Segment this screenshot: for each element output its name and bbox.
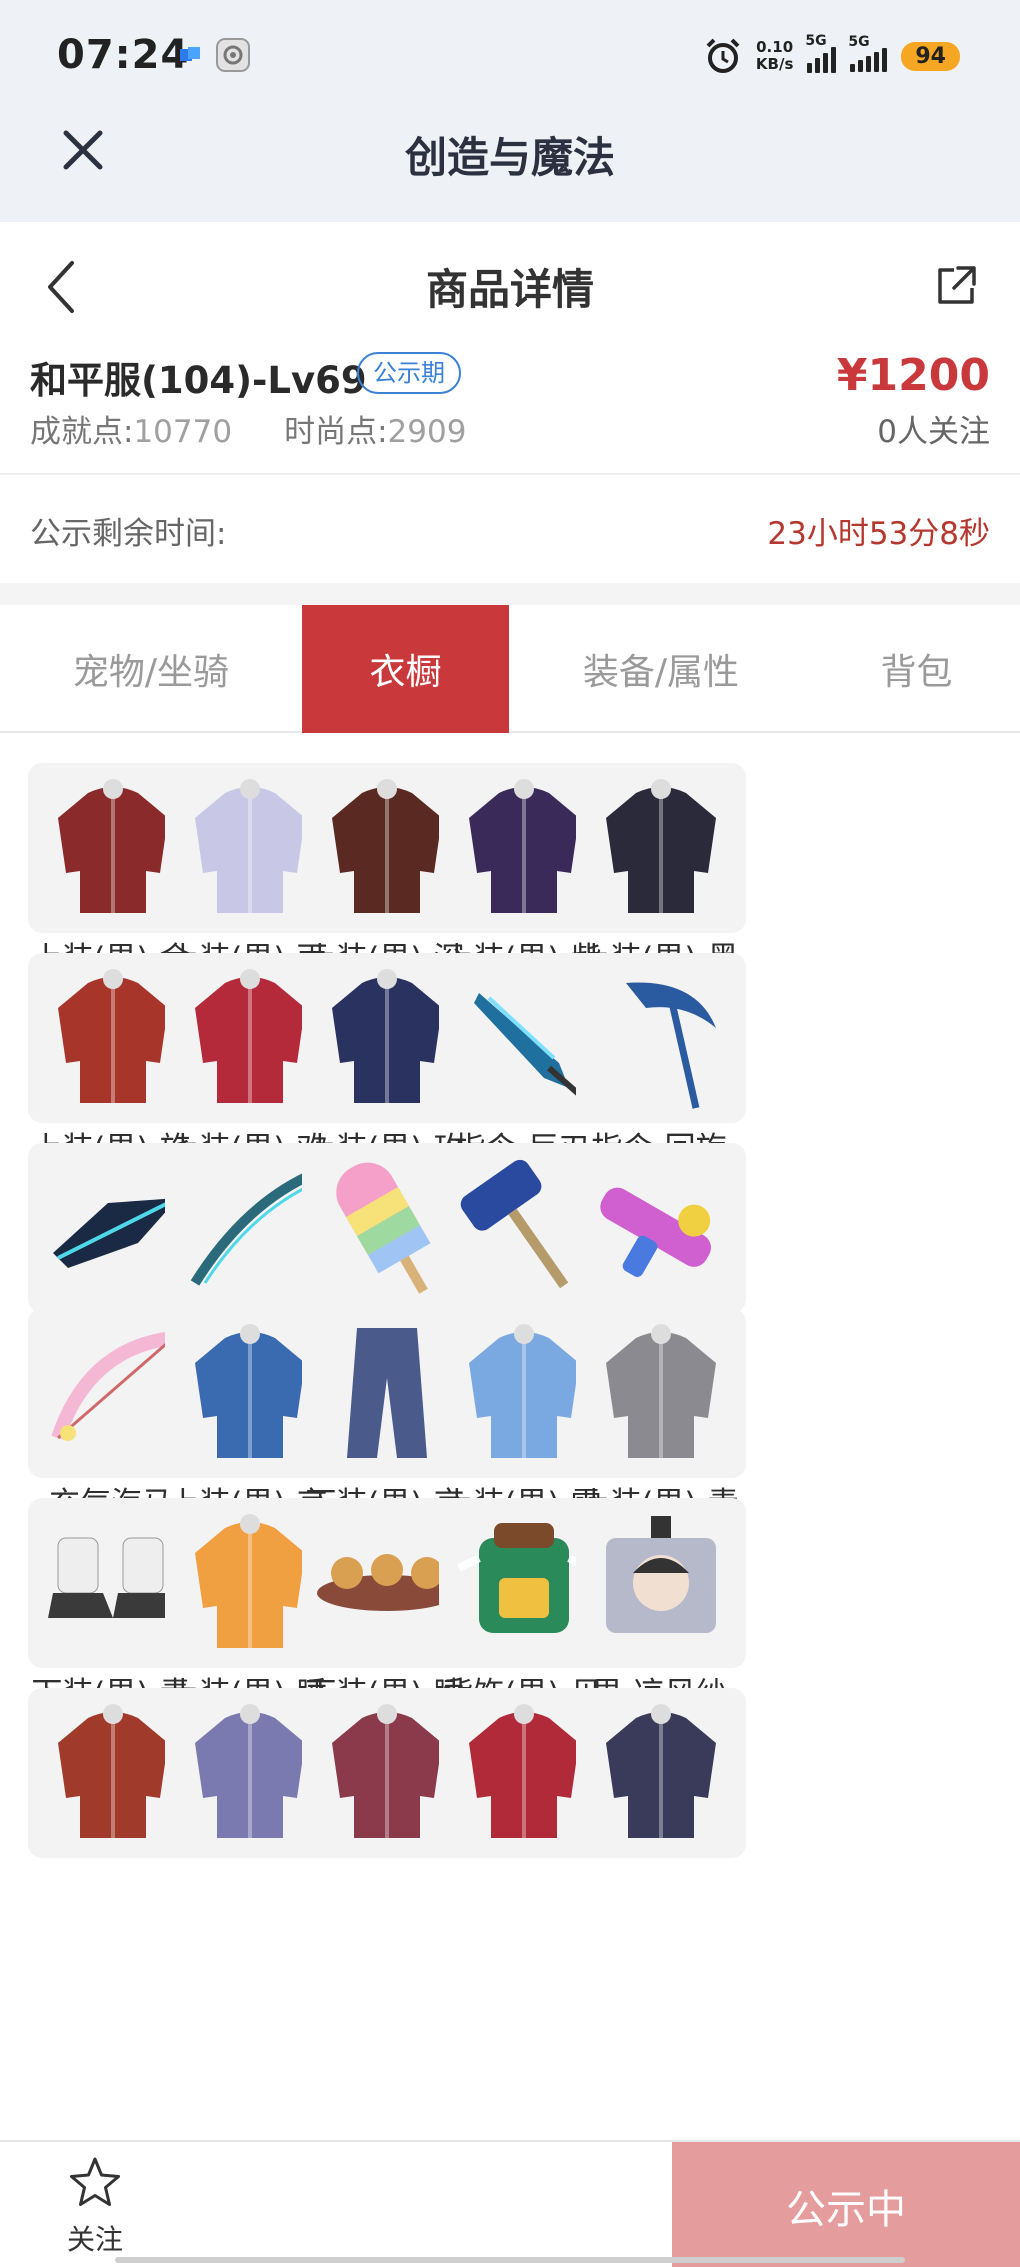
product-stats: 成就点:10770 时尚点:2909 <box>30 406 466 451</box>
net-speed-unit: KB/s <box>755 55 794 73</box>
nav-bar: 创造与魔法 <box>0 110 1020 222</box>
category-tabs: 宠物/坐骑 衣橱 装备/属性 背包 <box>0 605 1020 733</box>
signal2-label: 5G <box>848 34 870 50</box>
tab-equipment-attributes[interactable]: 装备/属性 <box>509 605 813 733</box>
scythe-weapon-icon <box>626 982 716 1109</box>
fashion-label: 时尚点: <box>284 414 388 450</box>
detail-header: 商品详情 <box>0 222 1020 350</box>
follow-button[interactable]: 关注 <box>50 2154 140 2264</box>
tab-backpack[interactable]: 背包 <box>813 605 1020 733</box>
wardrobe-grid: 上装(男)-金蝶舞上装(男)-雨夜街头上装(男)-深渊盔甲上装(男)-紫罗兰誓言… <box>0 733 1020 2140</box>
follow-label: 关注 <box>66 2223 123 2256</box>
net-speed: 0.10 KB/s <box>756 39 793 73</box>
section-gap <box>0 583 1020 605</box>
signal1-label: 5G <box>805 33 827 49</box>
nav-title: 创造与魔法 <box>404 133 615 182</box>
countdown-row: 公示剩余时间: 23小时53分8秒 <box>0 475 1020 583</box>
home-indicator <box>115 2257 905 2263</box>
top-area: 07:24 0.10 KB/s 5G 5G 94 创造与魔法 <box>0 0 1020 222</box>
countdown-value: 23小时53分8秒 <box>767 516 990 552</box>
water-gun-icon <box>600 1187 712 1277</box>
signal-icon: 5G <box>805 33 837 73</box>
item-thumbnail <box>576 1498 746 1668</box>
status-bar: 07:24 0.10 KB/s 5G 5G 94 <box>0 0 1020 110</box>
item-thumbnail <box>576 1143 746 1313</box>
app-notification-icon <box>180 47 200 61</box>
item-thumbnail <box>576 763 746 933</box>
product-price: ¥1200 <box>836 350 990 401</box>
net-speed-value: 0.10 <box>756 38 794 56</box>
battery-icon: 94 <box>901 41 960 71</box>
follower-count: 0人关注 <box>877 414 990 450</box>
item-thumbnail <box>576 1308 746 1478</box>
tab-pets-mounts[interactable]: 宠物/坐骑 <box>0 605 302 733</box>
wardrobe-item[interactable] <box>554 1688 750 1948</box>
outfit-jacket-icon <box>606 1704 716 1838</box>
countdown-label: 公示剩余时间: <box>30 516 227 552</box>
hat-icon <box>606 1516 716 1633</box>
status-time: 07:24 <box>57 32 190 78</box>
product-info: 和平服(104)-Lv69 公示期 成就点:10770 时尚点:2909 ¥120… <box>0 350 1020 474</box>
signal-icon: 5G <box>848 34 888 72</box>
achievement-value: 10770 <box>133 414 233 450</box>
publicity-status-button[interactable]: 公示中 <box>672 2142 1020 2267</box>
outfit-jacket-icon <box>606 1324 716 1458</box>
status-badge: 公示期 <box>357 352 461 394</box>
achievement-label: 成就点: <box>30 414 134 450</box>
item-thumbnail <box>576 953 746 1123</box>
star-icon <box>70 2157 120 2206</box>
item-thumbnail <box>576 1688 746 1858</box>
page-title: 商品详情 <box>425 265 594 314</box>
bottom-bar: 关注 公示中 <box>0 2140 1020 2267</box>
outfit-coat-icon <box>606 779 716 913</box>
fashion-value: 2909 <box>387 414 467 450</box>
tab-wardrobe[interactable]: 衣橱 <box>302 605 509 733</box>
settings-notification-icon <box>216 38 250 72</box>
status-right: 0.10 KB/s 5G 5G 94 <box>704 33 960 78</box>
product-name: 和平服(104)-Lv69 <box>30 359 367 402</box>
share-icon[interactable] <box>932 262 980 310</box>
alarm-icon <box>706 38 740 73</box>
